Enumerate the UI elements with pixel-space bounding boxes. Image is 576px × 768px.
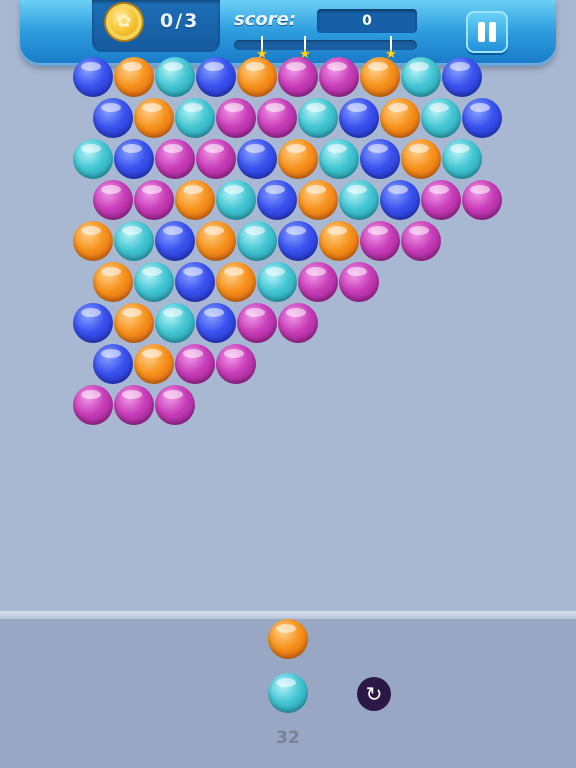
bubble-teal [237,221,277,261]
score-label: score: [234,9,297,30]
bubble-purple [196,139,236,179]
bubble-teal [175,98,215,138]
coin-icon [106,4,142,40]
bubble-purple [401,221,441,261]
bubble-blue [442,57,482,97]
bubble-purple [421,180,461,220]
bubble-orange [73,221,113,261]
next-bubble[interactable] [268,673,308,713]
bubble-purple [93,180,133,220]
bubble-orange [134,98,174,138]
star-marker-3: ★ [385,36,397,62]
bubble-orange [216,262,256,302]
bubble-blue [155,221,195,261]
bubble-blue [93,98,133,138]
bubble-blue [73,57,113,97]
bubble-orange [319,221,359,261]
bubble-orange [278,139,318,179]
bubble-purple [114,385,154,425]
bubble-orange [298,180,338,220]
bubble-purple [155,385,195,425]
bubble-orange [380,98,420,138]
bubble-purple [155,139,195,179]
bubble-blue [462,98,502,138]
bubble-purple [175,344,215,384]
bubble-purple [278,57,318,97]
bubble-teal [339,180,379,220]
bubble-teal [298,98,338,138]
star-marker-1: ★ [256,36,268,62]
bubble-teal [216,180,256,220]
bubble-blue [114,139,154,179]
coin-counter: 0/3 [160,10,200,32]
refresh-icon: ↻ [365,682,383,706]
bubble-blue [175,262,215,302]
bubble-teal [421,98,461,138]
bubble-teal [73,139,113,179]
bubble-orange [196,221,236,261]
bubble-blue [73,303,113,343]
star-marker-2: ★ [299,36,311,62]
bubble-teal [319,139,359,179]
bubble-teal [134,262,174,302]
bubble-blue [93,344,133,384]
bubble-purple [257,98,297,138]
bubble-purple [339,262,379,302]
bubble-orange [93,262,133,302]
swap-button[interactable]: ↻ [357,677,391,711]
bubble-blue [196,57,236,97]
bubble-purple [134,180,174,220]
bubble-purple [462,180,502,220]
bubble-purple [216,344,256,384]
bubble-orange [134,344,174,384]
coin-panel: 0/3 [92,0,220,52]
bubble-teal [155,57,195,97]
bubble-purple [360,221,400,261]
bubble-blue [339,98,379,138]
bubble-blue [380,180,420,220]
bubble-orange [114,57,154,97]
bubble-purple [278,303,318,343]
bubble-teal [257,262,297,302]
shots-remaining: 32 [276,728,300,748]
bubble-orange [360,57,400,97]
pause-button[interactable] [466,11,508,53]
bubble-orange [237,57,277,97]
bubble-teal [155,303,195,343]
bubble-blue [237,139,277,179]
bubble-blue [257,180,297,220]
bubble-purple [237,303,277,343]
bubble-teal [442,139,482,179]
bubble-blue [196,303,236,343]
current-bubble[interactable] [268,619,308,659]
bubble-purple [319,57,359,97]
bubble-blue [278,221,318,261]
bubble-purple [216,98,256,138]
bubble-orange [401,139,441,179]
bubble-blue [360,139,400,179]
bubble-orange [114,303,154,343]
bubble-teal [114,221,154,261]
bubble-teal [401,57,441,97]
bubble-purple [73,385,113,425]
bubble-purple [298,262,338,302]
score-value: 0 [317,9,417,33]
bubble-orange [175,180,215,220]
shooter-baseline [0,611,576,619]
